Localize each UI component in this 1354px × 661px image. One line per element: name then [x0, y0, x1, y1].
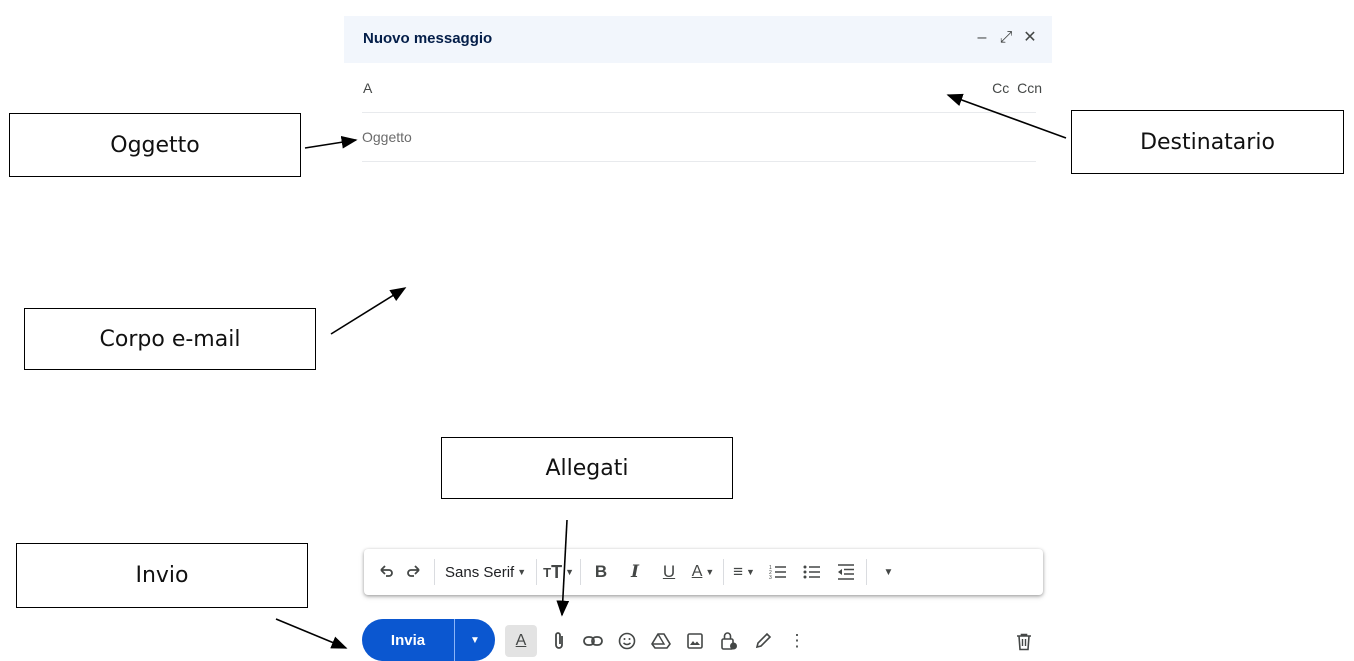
font-family-select[interactable]: Sans Serif ▼ — [441, 558, 530, 586]
send-button-group: Invia ▼ — [362, 619, 495, 661]
redo-icon[interactable] — [400, 558, 428, 586]
numbered-list-icon[interactable]: 123 — [764, 558, 792, 586]
subject-input[interactable] — [362, 123, 962, 151]
font-size-icon[interactable]: T T ▼ — [543, 558, 574, 586]
formatting-options-icon[interactable]: A — [505, 625, 537, 657]
signature-icon[interactable] — [751, 625, 775, 657]
underline-icon[interactable]: U — [655, 558, 683, 586]
indent-less-icon[interactable] — [832, 558, 860, 586]
photo-icon[interactable] — [683, 625, 707, 657]
toolbar-divider — [723, 559, 724, 585]
svg-text:3: 3 — [769, 575, 772, 580]
more-formatting-icon[interactable]: ▼ — [873, 558, 901, 586]
emoji-icon[interactable] — [615, 625, 639, 657]
link-icon[interactable] — [581, 625, 605, 657]
bold-icon[interactable]: B — [587, 558, 615, 586]
chevron-down-icon: ▼ — [517, 567, 527, 577]
annotation-subject: Oggetto — [9, 113, 301, 177]
annotation-label: Allegati — [545, 455, 629, 481]
annotation-label: Oggetto — [110, 132, 200, 158]
attach-icon[interactable] — [547, 625, 571, 657]
to-label: A — [363, 80, 373, 96]
toolbar-divider — [580, 559, 581, 585]
cc-bcc-links: Cc Ccn — [988, 80, 1042, 96]
font-family-label: Sans Serif — [445, 563, 515, 581]
annotation-label: Invio — [135, 563, 189, 588]
annotation-label: Corpo e-mail — [99, 326, 241, 352]
trash-icon[interactable] — [1012, 628, 1036, 656]
italic-icon[interactable]: I — [621, 558, 649, 586]
annotation-send: Invio — [16, 543, 308, 608]
arrow-send — [275, 618, 348, 649]
bcc-link[interactable]: Ccn — [1017, 80, 1042, 96]
recipients-field[interactable]: A Cc Ccn — [362, 64, 1042, 113]
text-color-icon[interactable]: A ▼ — [689, 558, 717, 586]
confidential-icon[interactable] — [717, 625, 741, 657]
subject-row — [362, 113, 1036, 162]
more-options-icon[interactable]: ⋮ — [785, 625, 809, 657]
formatting-toolbar: Sans Serif ▼ T T ▼ B I U A ▼ ≡ ▼ 123 ▼ — [364, 549, 1043, 595]
annotation-recipient: Destinatario — [1071, 110, 1344, 174]
annotation-attachments: Allegati — [441, 437, 733, 499]
send-button[interactable]: Invia — [362, 619, 454, 661]
bulleted-list-icon[interactable] — [798, 558, 826, 586]
cc-link[interactable]: Cc — [992, 80, 1009, 96]
compose-title: Nuovo messaggio — [363, 30, 493, 47]
expand-icon[interactable]: ⤢ — [998, 28, 1014, 48]
toolbar-divider — [866, 559, 867, 585]
annotation-label: Destinatario — [1140, 129, 1275, 155]
window-controls: – ⤢ ✕ — [974, 28, 1038, 48]
bottom-action-bar: A ⋮ — [505, 624, 809, 658]
toolbar-divider — [434, 559, 435, 585]
compose-header: Nuovo messaggio – ⤢ ✕ — [344, 16, 1052, 63]
annotation-body: Corpo e-mail — [24, 308, 316, 370]
close-icon[interactable]: ✕ — [1022, 28, 1038, 48]
undo-icon[interactable] — [372, 558, 400, 586]
align-icon[interactable]: ≡ ▼ — [730, 558, 758, 586]
drive-icon[interactable] — [649, 625, 673, 657]
toolbar-divider — [536, 559, 538, 585]
minimize-icon[interactable]: – — [974, 28, 990, 48]
send-options-button[interactable]: ▼ — [454, 619, 495, 661]
